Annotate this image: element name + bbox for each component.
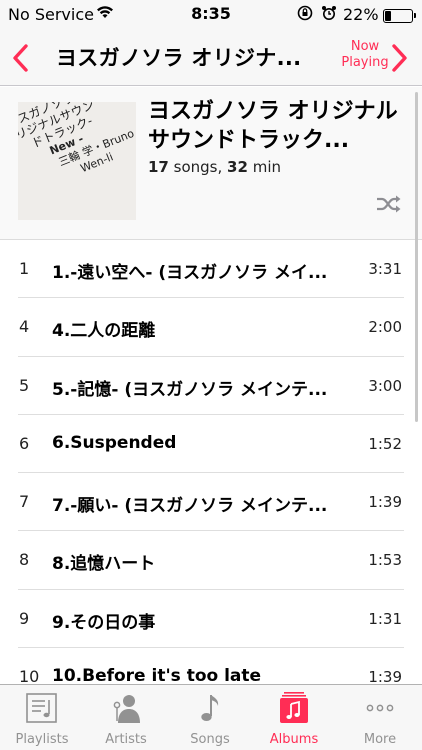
tab-more[interactable]: More [338,685,422,750]
tab-playlists[interactable]: Playlists [0,685,84,750]
track-number: 9 [19,608,30,628]
tab-songs[interactable]: Songs [168,685,252,750]
track-title: 7.-願い- (ヨスガノソラ メインテ... [52,496,328,517]
forward-chevron-icon[interactable] [388,43,410,73]
albums-icon [277,691,311,725]
track-row[interactable]: 8 8.追憶ハート 1:53 [0,531,422,591]
songs-label: songs, [173,158,223,176]
track-title: 8.追憶ハート [52,554,156,575]
track-duration: 3:00 [368,376,402,395]
album-title: ヨスガノソラ オリジナルサウンドトラック... [148,99,398,153]
tab-artists[interactable]: Artists [84,685,168,750]
nav-title: ヨスガノソラ オリジナ... [56,46,302,70]
track-duration: 1:39 [368,493,402,512]
track-duration: 1:52 [368,434,402,453]
track-row[interactable]: 5 5.-記憶- (ヨスガノソラ メインテ... 3:00 [0,357,422,416]
song-count: 17 [148,158,169,176]
track-number: 8 [19,550,30,570]
track-row[interactable]: 6 6.Suspended 1:52 [0,415,422,474]
track-number: 4 [19,317,30,337]
more-icon [363,691,397,725]
songs-icon [193,691,227,725]
battery-level-fill [385,11,392,21]
track-duration: 1:53 [368,551,402,570]
track-title: 4.二人の距離 [52,321,156,342]
track-number: 6 [19,433,30,453]
track-row[interactable]: 4 4.二人の距離 2:00 [0,298,422,357]
tab-label: More [363,732,397,747]
track-title: 6.Suspended [52,432,177,453]
track-list: 1 1.-遠い空へ- (ヨスガノソラ メイ... 3:31 4 4.二人の距離 … [0,240,422,707]
tab-bar: Playlists Artists Songs Albums More [0,684,422,750]
track-number: 5 [19,375,30,395]
track-row[interactable]: 1 1.-遠い空へ- (ヨスガノソラ メイ... 3:31 [0,240,422,299]
now-playing-button[interactable]: Now Playing [334,39,396,71]
playlists-icon [25,691,59,725]
status-bar: No Service 8:35 22% [0,0,422,30]
track-number: 1 [19,259,30,278]
duration-unit: min [252,158,281,176]
album-meta: 17 songs, 32 min [148,158,281,176]
navigation-bar: ヨスガノソラ オリジナ... Now Playing [0,30,422,86]
tab-label: Playlists [15,732,69,747]
shuffle-icon[interactable] [376,194,402,214]
track-duration: 3:31 [368,260,402,278]
alarm-icon [321,5,337,25]
scroll-indicator[interactable] [415,92,418,422]
track-duration: 1:31 [368,609,402,628]
tab-albums[interactable]: Albums [252,685,336,750]
tab-label: Songs [190,732,230,747]
album-header: ヨスガノソラ オ リジナルサウン ドトラック- New - 三輪 学・Bruno… [0,87,422,240]
track-row[interactable]: 7 7.-願い- (ヨスガノソラ メインテ... 1:39 [0,473,422,532]
track-title: 9.その日の事 [52,612,156,633]
track-title: 5.-記憶- (ヨスガノソラ メインテ... [52,379,328,400]
album-artwork[interactable]: ヨスガノソラ オ リジナルサウン ドトラック- New - 三輪 学・Bruno… [18,102,136,220]
album-duration: 32 [227,158,248,176]
track-number: 7 [19,492,30,512]
track-duration: 2:00 [368,318,402,337]
battery-icon [383,9,416,23]
back-chevron-icon[interactable] [10,43,32,73]
tab-label: Artists [105,732,147,747]
tab-label: Albums [269,732,319,747]
track-row[interactable]: 9 9.その日の事 1:31 [0,590,422,649]
track-title: 1.-遠い空へ- (ヨスガノソラ メイ... [52,263,328,283]
artists-icon [109,691,143,725]
rotation-lock-icon [297,5,313,25]
battery-percent: 22% [343,5,379,24]
